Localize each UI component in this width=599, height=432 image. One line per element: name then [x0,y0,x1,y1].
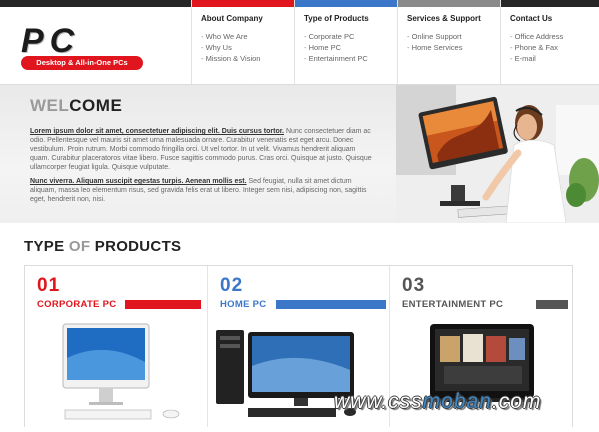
product-color-bar [536,300,568,309]
nav-link-corporate-pc[interactable]: Corporate PC [304,31,368,42]
nav-link-who-we-are[interactable]: Who We Are [201,31,260,42]
watermark-part3: .com [491,390,542,413]
nav-color-bar [398,0,500,7]
product-color-bar [125,300,201,309]
nav-title[interactable]: Type of Products [304,14,369,23]
nav-link-entertainment-pc[interactable]: Entertainment PC [304,53,368,64]
logo-tagline: Desktop & All-in-One PCs [21,56,143,70]
title-part3: PRODUCTS [94,238,182,255]
nav-link-online-support[interactable]: Online Support [407,31,462,42]
product-label[interactable]: HOME PC [220,299,266,310]
nav-title[interactable]: Contact Us [510,14,552,23]
nav-link-mission-vision[interactable]: Mission & Vision [201,53,261,64]
title-part1: TYPE [24,238,69,255]
logo-brand: PC [21,22,81,60]
top-bar [0,0,192,7]
nav-links: Corporate PC Home PC Entertainment PC [304,31,368,64]
header: PC Desktop & All-in-One PCs About Compan… [0,0,599,84]
nav-links: Who We Are Why Us Mission & Vision [201,31,261,64]
nav-link-why-us[interactable]: Why Us [201,42,260,53]
welcome-paragraph-2: Nunc viverra. Aliquam suscipit egestas t… [30,177,374,204]
nav-type-of-products: Type of Products Corporate PC Home PC En… [294,0,397,84]
product-number: 02 [220,275,244,296]
nav-link-email[interactable]: E-mail [510,53,563,64]
paragraph-lead-link[interactable]: Nunc viverra. Aliquam suscipit egestas t… [30,178,247,185]
welcome-paragraph-1: Lorem ipsum dolor sit amet, consectetuer… [30,127,374,172]
product-label[interactable]: ENTERTAINMENT PC [402,299,503,310]
product-label[interactable]: CORPORATE PC [37,299,116,310]
nav-services-support: Services & Support Online Support Home S… [397,0,500,84]
nav-title[interactable]: Services & Support [407,14,481,23]
watermark-part1: www.css [334,390,423,413]
nav-link-phone-fax[interactable]: Phone & Fax [510,42,563,53]
watermark: www.cssmoban.com [334,390,541,414]
products-section-title: TYPE OF PRODUCTS [24,238,181,255]
hero-image-woman-at-monitor [396,85,599,223]
nav-about-company: About Company Who We Are Why Us Mission … [191,0,294,84]
paragraph-lead-link[interactable]: Lorem ipsum dolor sit amet, consectetuer… [30,128,284,135]
nav-links: Office Address Phone & Fax E-mail [510,31,564,64]
title-part2: OF [68,238,95,255]
nav-link-office-address[interactable]: Office Address [510,31,564,42]
welcome-section: WELCOME Lorem ipsum dolor sit amet, cons… [0,84,599,223]
logo[interactable]: PC Desktop & All-in-One PCs [21,22,145,70]
nav-link-home-pc[interactable]: Home PC [304,42,368,53]
watermark-part2: moban [422,390,492,413]
nav-color-bar [501,0,599,7]
nav-color-bar [295,0,397,7]
product-number: 03 [402,275,426,296]
welcome-title: WELCOME [30,96,122,116]
welcome-title-part2: COME [69,96,123,115]
product-number: 01 [37,275,61,296]
nav-title[interactable]: About Company [201,14,263,23]
nav-color-bar [192,0,294,7]
nav-link-home-services[interactable]: Home Services [407,42,463,53]
nav-contact-us: Contact Us Office Address Phone & Fax E-… [500,0,599,84]
imac-image [25,318,207,427]
product-color-bar [276,300,386,309]
nav-links: Online Support Home Services [407,31,463,53]
product-card-corporate-pc[interactable]: 01 CORPORATE PC [25,266,207,427]
welcome-title-part1: WEL [30,96,70,115]
